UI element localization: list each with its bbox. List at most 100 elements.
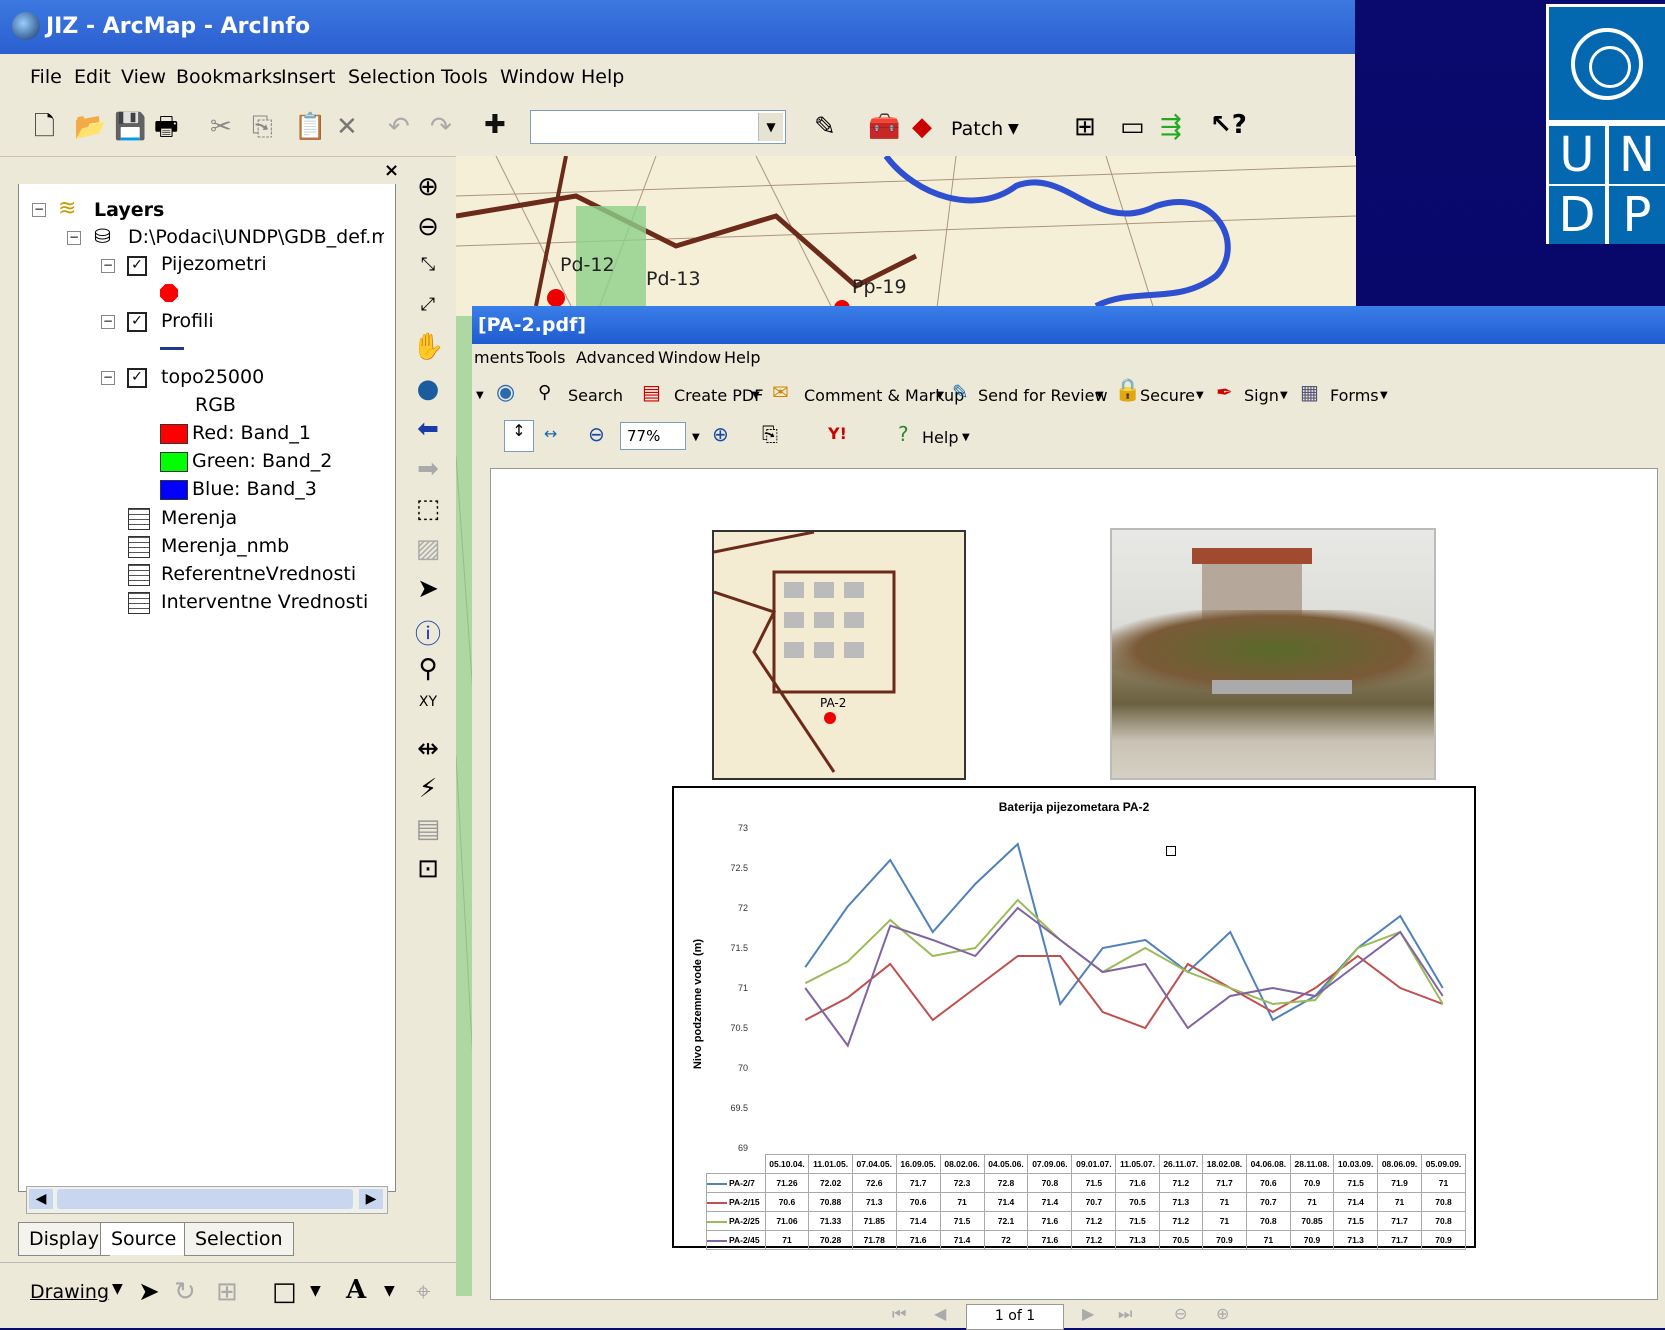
zoom-input[interactable]: 77% <box>620 422 686 450</box>
paste-icon[interactable]: 📋 <box>294 112 326 142</box>
layer-pijezometri[interactable]: Pijezometri <box>161 253 267 275</box>
menu-help[interactable]: Help <box>581 66 624 88</box>
arctoolbox-icon[interactable]: 🧰 <box>868 112 900 142</box>
layer-topo25000[interactable]: topo25000 <box>161 366 264 388</box>
tab-display[interactable]: Display <box>18 1222 111 1256</box>
zoom-out-icon[interactable]: ⊖ <box>588 422 605 446</box>
help-icon[interactable]: ? <box>898 422 909 446</box>
comment-icon[interactable]: ✉ <box>772 380 789 404</box>
collapse-icon[interactable]: − <box>101 315 115 329</box>
pan-icon[interactable]: ✋ <box>412 332 444 362</box>
create-pdf-icon[interactable]: ▤ <box>642 380 661 404</box>
text-tool-icon[interactable]: A <box>346 1275 366 1305</box>
select-features-icon[interactable]: ⬚ <box>412 494 444 524</box>
next-view-icon[interactable]: ⊕ <box>1216 1304 1229 1323</box>
zoom-whole-page-icon[interactable]: ⊞ <box>216 1277 238 1307</box>
menu-file[interactable]: File <box>30 66 62 88</box>
chevron-down-icon[interactable]: ▼ <box>962 432 970 443</box>
secure-button[interactable]: Secure <box>1140 386 1195 405</box>
scroll-right-icon[interactable]: ▶ <box>359 1189 383 1209</box>
scroll-left-icon[interactable]: ◀ <box>29 1189 53 1209</box>
patch-dropdown[interactable]: Patch <box>951 118 1003 140</box>
prev-page-icon[interactable]: ◀ <box>934 1304 946 1323</box>
add-data-icon[interactable]: ✚ <box>484 110 506 140</box>
menu-tools[interactable]: Tools <box>441 66 488 88</box>
menu-window[interactable]: Window <box>500 66 575 88</box>
delete-icon[interactable]: ✕ <box>336 112 358 142</box>
fixed-zoom-out-icon[interactable]: ⤢ <box>412 294 444 315</box>
menu-help[interactable]: Help <box>724 348 760 367</box>
copy-icon[interactable]: ⎘ <box>252 112 273 142</box>
scroll-tool-icon[interactable]: ↕ <box>504 420 534 452</box>
open-folder-icon[interactable]: 📂 <box>74 112 106 142</box>
layer-checkbox[interactable]: ✓ <box>127 368 147 388</box>
zoom-in-icon[interactable]: ⊕ <box>412 172 444 202</box>
fixed-zoom-in-icon[interactable]: ⤡ <box>412 254 444 275</box>
chevron-down-icon[interactable]: ▼ <box>936 390 944 401</box>
email-icon[interactable]: ◉ <box>496 380 515 405</box>
rotate-icon[interactable]: ↻ <box>174 1277 196 1307</box>
create-pdf-button[interactable]: Create PDF <box>674 386 763 405</box>
command-line-icon[interactable]: ◆ <box>912 112 932 142</box>
chevron-down-icon[interactable]: ▼ <box>1008 114 1019 144</box>
collapse-icon[interactable]: − <box>101 371 115 385</box>
binoculars-icon[interactable]: ⚲ <box>538 382 551 403</box>
database-path[interactable]: D:\Podaci\UNDP\GDB_def.mdb <box>128 226 384 248</box>
chevron-down-icon[interactable]: ▼ <box>384 1283 395 1299</box>
find-icon[interactable]: ⚲ <box>412 654 444 684</box>
search-button[interactable]: Search <box>568 386 623 405</box>
collapse-icon[interactable]: − <box>101 259 115 273</box>
model-icon[interactable]: ⇶ <box>1160 112 1182 142</box>
tab-source[interactable]: Source <box>100 1222 188 1255</box>
yahoo-toolbar-icon[interactable]: Y! <box>828 424 847 443</box>
scroll-thumb[interactable] <box>57 1189 353 1209</box>
sign-button[interactable]: Sign <box>1244 386 1279 405</box>
fit-width-icon[interactable]: ↔ <box>544 424 557 443</box>
print-icon[interactable]: 🖶 <box>154 112 179 142</box>
menu-documents[interactable]: ments <box>474 348 524 367</box>
chevron-down-icon[interactable]: ▼ <box>1096 390 1104 401</box>
clear-selection-icon[interactable]: ▨ <box>412 534 444 564</box>
table-merenja[interactable]: Merenja <box>161 507 237 529</box>
identify-icon[interactable]: ⓘ <box>412 614 444 651</box>
select-arrow-icon[interactable]: ➤ <box>138 1277 160 1307</box>
new-document-icon[interactable]: 🗋 <box>34 112 55 142</box>
back-arrow-icon[interactable]: ⬅ <box>412 414 444 444</box>
chevron-down-icon[interactable]: ▼ <box>1196 390 1204 401</box>
chevron-down-icon[interactable]: ▼ <box>310 1283 321 1299</box>
arcmap-title-bar[interactable]: JIZ - ArcMap - ArcInfo <box>0 0 1355 54</box>
forms-icon[interactable]: ▦ <box>1300 380 1319 404</box>
undo-icon[interactable]: ↶ <box>388 112 410 142</box>
chevron-down-icon[interactable]: ▼ <box>752 390 760 401</box>
forms-button[interactable]: Forms <box>1330 386 1379 405</box>
lock-icon[interactable]: 🔒 <box>1114 378 1141 403</box>
layers-root[interactable]: Layers <box>94 199 164 221</box>
editor-pencil-icon[interactable]: ✎ <box>814 112 836 142</box>
scale-combobox[interactable]: ▼ <box>530 110 786 144</box>
menu-tools[interactable]: Tools <box>526 348 565 367</box>
page-number-input[interactable]: 1 of 1 <box>966 1304 1064 1330</box>
edit-vertices-icon[interactable]: ⌖ <box>416 1277 431 1307</box>
layer-checkbox[interactable]: ✓ <box>127 256 147 276</box>
last-page-icon[interactable]: ⏭ <box>1118 1304 1132 1324</box>
menu-selection[interactable]: Selection <box>348 66 436 88</box>
send-review-icon[interactable]: ✎ <box>952 380 969 404</box>
select-elements-icon[interactable]: ➤ <box>412 574 444 604</box>
next-page-icon[interactable]: ▶ <box>1082 1304 1094 1323</box>
redo-icon[interactable]: ↷ <box>430 112 452 142</box>
table-merenja-nmb[interactable]: Merenja_nmb <box>161 535 289 557</box>
cut-icon[interactable]: ✂ <box>210 112 232 142</box>
prev-view-icon[interactable]: ⊖ <box>1174 1304 1187 1323</box>
zoom-in-icon[interactable]: ⊕ <box>712 422 729 446</box>
chevron-down-icon[interactable]: ▼ <box>1380 390 1388 401</box>
table-referentne[interactable]: ReferentneVrednosti <box>161 563 356 585</box>
chevron-down-icon[interactable]: ▼ <box>112 1281 123 1297</box>
collapse-icon[interactable]: − <box>32 203 46 217</box>
hyperlink-icon[interactable]: ⚡ <box>412 774 444 804</box>
menu-view[interactable]: View <box>121 66 166 88</box>
drawing-menu[interactable]: Drawing <box>30 1281 109 1303</box>
layer-profili[interactable]: Profili <box>161 310 214 332</box>
grid-tool-icon[interactable]: ⊞ <box>1074 112 1096 142</box>
window-icon[interactable]: ▭ <box>1120 112 1145 142</box>
zoom-out-icon[interactable]: ⊖ <box>412 212 444 242</box>
